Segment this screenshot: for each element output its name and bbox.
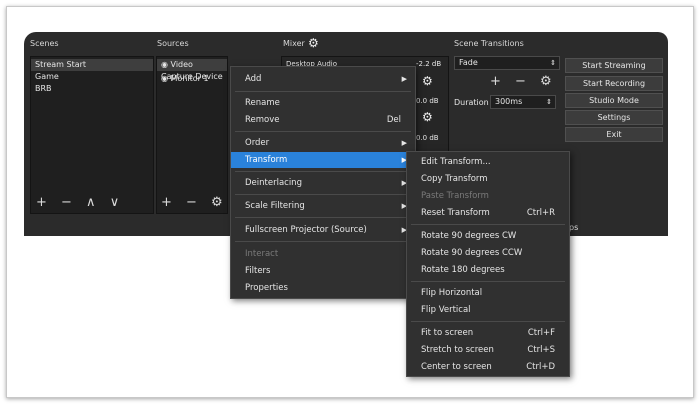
transition-toolbar[interactable]: + − ⚙ xyxy=(490,74,557,89)
scene-item[interactable]: Stream Start xyxy=(31,59,153,71)
menu-item-flip-vertical[interactable]: Flip Vertical xyxy=(407,302,569,318)
mixer-gear-icon[interactable]: ⚙ xyxy=(308,36,319,50)
menu-separator xyxy=(235,171,411,172)
scene-toolbar[interactable]: + − ∧ ∨ xyxy=(36,195,124,210)
shortcut-label: Ctrl+F xyxy=(527,328,555,338)
menu-item-fit-to-screen[interactable]: Fit to screen Ctrl+F xyxy=(407,325,569,341)
menu-separator xyxy=(411,281,565,282)
start-recording-button[interactable]: Start Recording xyxy=(565,76,663,91)
menu-item-scale-filtering[interactable]: Scale Filtering ▶ xyxy=(231,198,415,214)
menu-item-paste-transform: Paste Transform xyxy=(421,191,489,201)
menu-item-transform[interactable]: Transform ▶ xyxy=(231,152,415,168)
menu-separator xyxy=(235,194,411,195)
studio-mode-button[interactable]: Studio Mode xyxy=(565,93,663,108)
duration-label: Duration xyxy=(454,98,489,107)
shortcut-label: Ctrl+R xyxy=(526,208,555,218)
eye-icon[interactable]: ◉ xyxy=(161,60,171,69)
db-readout: -2.2 dB xyxy=(416,60,442,68)
menu-separator xyxy=(411,224,565,225)
menu-separator xyxy=(235,91,411,92)
mixer-label: Mixer xyxy=(283,39,305,48)
duration-input[interactable]: 300ms ⇕ xyxy=(490,95,556,109)
source-toolbar[interactable]: + − ⚙ xyxy=(161,195,228,210)
scene-transitions-label: Scene Transitions xyxy=(454,39,524,48)
scene-item[interactable]: Game xyxy=(31,71,153,83)
scene-item[interactable]: BRB xyxy=(31,83,153,95)
chevron-right-icon: ▶ xyxy=(401,75,407,83)
shortcut-label: Del xyxy=(386,115,401,125)
scenes-list[interactable]: Stream Start Game BRB xyxy=(30,56,154,214)
transform-submenu: Edit Transform... Copy Transform Paste T… xyxy=(406,151,570,377)
menu-item-edit-transform[interactable]: Edit Transform... xyxy=(407,154,569,170)
menu-item-order[interactable]: Order ▶ xyxy=(231,135,415,151)
sources-label: Sources xyxy=(157,39,189,48)
audio-gear-icon[interactable]: ⚙ xyxy=(422,74,433,88)
menu-separator xyxy=(411,321,565,322)
source-item[interactable]: ◉ Video Capture Device xyxy=(157,59,227,81)
menu-item-add[interactable]: Add ▶ xyxy=(231,71,415,87)
menu-item-deinterlacing[interactable]: Deinterlacing ▶ xyxy=(231,175,415,191)
source-name: Monitor 1 xyxy=(170,74,209,83)
menu-item-remove[interactable]: Remove Del xyxy=(231,112,415,128)
menu-item-flip-horizontal[interactable]: Flip Horizontal xyxy=(407,285,569,301)
chevron-right-icon: ▶ xyxy=(401,139,407,147)
sources-list[interactable]: ◉ Video Capture Device ◉ Monitor 1 xyxy=(156,56,228,214)
menu-item-fullscreen-projector[interactable]: Fullscreen Projector (Source) ▶ xyxy=(231,222,415,238)
transition-select[interactable]: Fade ⇕ xyxy=(454,56,560,70)
source-context-menu: Add ▶ Rename Remove Del Order ▶ Transform ▶ … xyxy=(230,66,416,299)
db-readout: 0.0 dB xyxy=(416,134,439,142)
db-readout: 0.0 dB xyxy=(416,97,439,105)
audio-gear-icon[interactable]: ⚙ xyxy=(422,110,433,124)
menu-item-center-to-screen[interactable]: Center to screen Ctrl+D xyxy=(407,359,569,375)
eye-icon[interactable]: ◉ xyxy=(161,74,171,83)
chevron-updown-icon: ⇕ xyxy=(550,59,556,67)
menu-item-rotate-cw[interactable]: Rotate 90 degrees CW xyxy=(407,228,569,244)
menu-item-filters[interactable]: Filters xyxy=(231,263,415,279)
menu-item-properties[interactable]: Properties xyxy=(231,280,415,296)
status-bar-fragment: ps xyxy=(569,223,579,232)
transition-value: Fade xyxy=(459,58,478,67)
shortcut-label: Ctrl+D xyxy=(526,362,555,372)
shortcut-label: Ctrl+S xyxy=(527,345,555,355)
settings-button[interactable]: Settings xyxy=(565,110,663,125)
menu-item-rotate-180[interactable]: Rotate 180 degrees xyxy=(407,262,569,278)
menu-separator xyxy=(235,241,411,242)
menu-item-stretch-to-screen[interactable]: Stretch to screen Ctrl+S xyxy=(407,342,569,358)
source-item[interactable]: ◉ Monitor 1 xyxy=(157,73,227,85)
spin-icon[interactable]: ⇕ xyxy=(546,96,552,108)
menu-item-interact: Interact xyxy=(245,249,279,259)
exit-button[interactable]: Exit xyxy=(565,127,663,142)
menu-separator xyxy=(235,131,411,132)
menu-item-copy-transform[interactable]: Copy Transform xyxy=(407,171,569,187)
menu-item-rename[interactable]: Rename xyxy=(231,95,415,111)
scenes-label: Scenes xyxy=(30,39,59,48)
duration-value: 300ms xyxy=(495,97,523,106)
menu-separator xyxy=(235,217,411,218)
menu-item-rotate-ccw[interactable]: Rotate 90 degrees CCW xyxy=(407,245,569,261)
menu-item-reset-transform[interactable]: Reset Transform Ctrl+R xyxy=(407,205,569,221)
start-streaming-button[interactable]: Start Streaming xyxy=(565,58,663,73)
